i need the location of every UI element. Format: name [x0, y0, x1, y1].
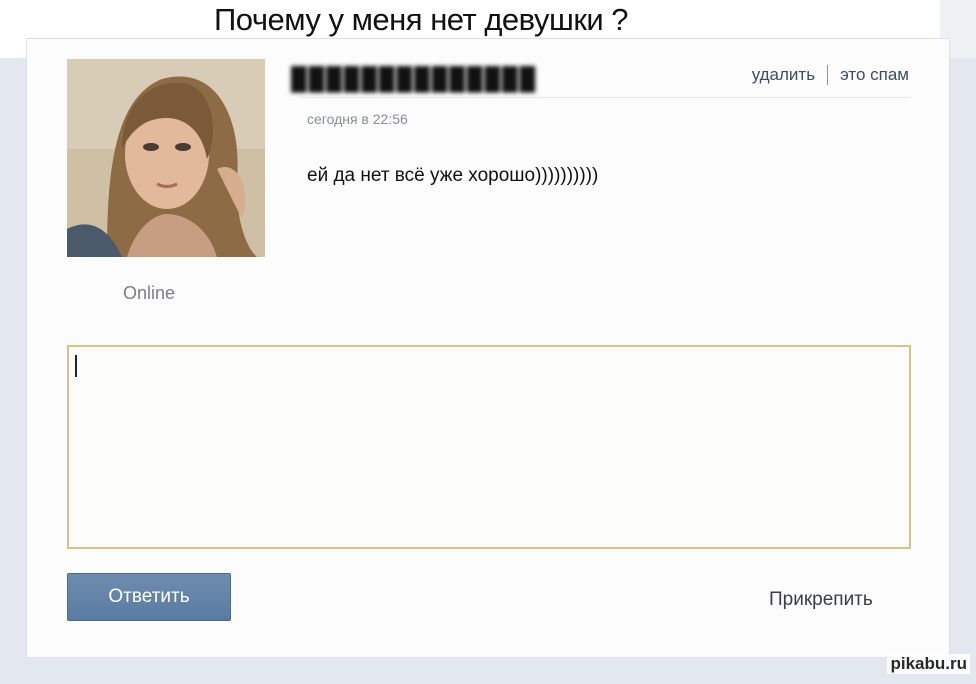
message-actions: удалить это спам: [752, 65, 909, 85]
reply-textarea[interactable]: [67, 345, 911, 549]
text-cursor: [75, 355, 77, 377]
spam-link[interactable]: это спам: [840, 65, 909, 85]
message-text: ей да нет всё уже хорошо)))))))))): [307, 165, 599, 186]
attach-link[interactable]: Прикрепить: [769, 589, 873, 611]
avatar-photo-icon: [67, 59, 265, 257]
right-side-strip: [950, 58, 976, 684]
online-status: Online: [123, 283, 176, 303]
avatar[interactable]: [67, 59, 265, 257]
bottom-strip: [0, 658, 976, 684]
message-card: Online ██████████████ сегодня в 22:56 уд…: [26, 38, 950, 658]
left-side-strip: [0, 58, 26, 684]
author-name-redacted[interactable]: ██████████████: [291, 59, 583, 99]
message-timestamp: сегодня в 22:56: [307, 111, 408, 127]
header-divider: [299, 97, 911, 98]
watermark: pikabu.ru: [887, 654, 970, 674]
reply-button[interactable]: Ответить: [67, 573, 231, 621]
action-separator: [827, 65, 829, 85]
delete-link[interactable]: удалить: [752, 65, 815, 85]
meme-title: Почему у меня нет девушки ?: [214, 2, 629, 37]
